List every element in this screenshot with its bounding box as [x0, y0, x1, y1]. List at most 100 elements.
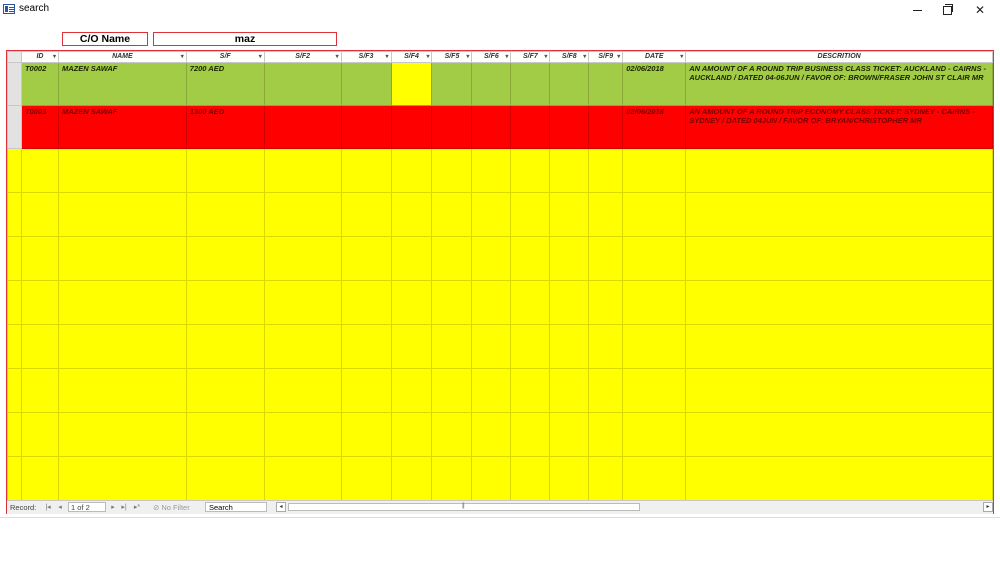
cell-sf4[interactable]	[390, 62, 433, 106]
cell-desc[interactable]: AN AMOUNT OF A ROUND TRIP ECONOMY CLASS …	[685, 105, 993, 149]
cell-value	[512, 107, 549, 109]
column-header-sf5[interactable]: S/F5 ▾	[431, 51, 473, 63]
table-row[interactable]: T0002 MAZEN SAWAF 7200 AED 02/06/2018 AN AMO…	[7, 62, 993, 106]
column-header-sf3[interactable]: S/F3 ▾	[340, 51, 392, 63]
column-header-id[interactable]: ID ▾	[20, 51, 59, 63]
column-header-sf9[interactable]: S/F9 ▾	[588, 51, 624, 63]
datasheet-grid: ID ▾ NAME ▾ S/F ▾ S/F2 ▾ S/F3 ▾ S/F4 ▾ S/F5 ▾ S/F6 ▾ S/F…	[6, 50, 994, 514]
restore-button[interactable]	[932, 0, 962, 20]
select-all-corner[interactable]	[7, 51, 22, 63]
chevron-down-icon[interactable]: ▾	[259, 53, 262, 62]
blank-cell	[263, 368, 342, 413]
no-filter-label: No Filter	[161, 503, 190, 512]
record-selector[interactable]	[7, 105, 22, 149]
record-selector	[7, 236, 22, 281]
first-record-button[interactable]: |◂	[43, 502, 53, 513]
column-header-date[interactable]: DATE ▾	[622, 51, 687, 63]
blank-cell	[549, 192, 590, 237]
chevron-down-icon[interactable]: ▾	[181, 53, 184, 62]
chevron-down-icon[interactable]: ▾	[53, 53, 56, 62]
cell-date[interactable]: 02/06/2018	[622, 62, 687, 106]
cell-sf2[interactable]	[263, 105, 342, 149]
cell-sf9[interactable]	[588, 105, 624, 149]
blank-cell	[685, 148, 993, 193]
cell-sf7[interactable]	[510, 105, 551, 149]
record-selector[interactable]	[7, 62, 22, 106]
blank-cell	[549, 236, 590, 281]
table-row[interactable]: T0003 MAZEN SAWAF 1300 AED 02/06/2018 AN AMO…	[7, 105, 993, 149]
cell-desc[interactable]: AN AMOUNT OF A ROUND TRIP BUSINESS CLASS…	[685, 62, 993, 106]
column-header-sf7[interactable]: S/F7 ▾	[510, 51, 551, 63]
chevron-down-icon[interactable]: ▾	[544, 53, 547, 62]
next-record-button[interactable]: ▸	[108, 502, 118, 513]
chevron-down-icon[interactable]: ▾	[680, 53, 683, 62]
blank-row	[7, 368, 993, 413]
co-name-label: C/O Name	[62, 32, 148, 46]
chevron-down-icon[interactable]: ▾	[426, 53, 429, 62]
column-header-row: ID ▾ NAME ▾ S/F ▾ S/F2 ▾ S/F3 ▾ S/F4 ▾ S/F5 ▾ S/F6 ▾ S/F…	[7, 51, 993, 63]
column-header-sf2[interactable]: S/F2 ▾	[263, 51, 342, 63]
cell-sf8[interactable]	[549, 62, 590, 106]
chevron-down-icon[interactable]: ▾	[386, 53, 389, 62]
cell-date[interactable]: 02/06/2018	[622, 105, 687, 149]
cell-value	[392, 107, 431, 109]
close-button[interactable]: ✕	[965, 0, 995, 20]
scroll-right-icon[interactable]: ▸	[983, 502, 993, 512]
last-record-button[interactable]: ▸|	[119, 502, 129, 513]
no-filter-indicator[interactable]: ⊘ No Filter	[153, 502, 190, 513]
scroll-thumb[interactable]	[288, 503, 640, 511]
blank-cell	[57, 192, 187, 237]
horizontal-scrollbar[interactable]: ◂ ||| ▸	[276, 502, 993, 513]
blank-cell	[390, 324, 433, 369]
current-record-input[interactable]: 1 of 2	[68, 502, 106, 512]
chevron-down-icon[interactable]: ▾	[466, 53, 469, 62]
cell-sf6[interactable]	[471, 105, 512, 149]
column-header-sf8[interactable]: S/F8 ▾	[549, 51, 590, 63]
cell-sf5[interactable]	[431, 105, 473, 149]
minimize-button[interactable]	[902, 0, 932, 20]
blank-cell	[471, 324, 512, 369]
search-input[interactable]: Search	[205, 502, 267, 512]
column-header-label: S/F6	[484, 53, 499, 60]
column-header-sf4[interactable]: S/F4 ▾	[390, 51, 433, 63]
cell-id[interactable]: T0003	[20, 105, 59, 149]
column-header-desc[interactable]: DESCRITION	[685, 51, 993, 63]
blank-row	[7, 456, 993, 501]
cell-id[interactable]: T0002	[20, 62, 59, 106]
cell-value: 7200 AED	[189, 64, 225, 73]
chevron-down-icon[interactable]: ▾	[583, 53, 586, 62]
cell-sf7[interactable]	[510, 62, 551, 106]
cell-sf3[interactable]	[340, 105, 392, 149]
cell-sf4[interactable]	[390, 105, 433, 149]
chevron-down-icon[interactable]: ▾	[617, 53, 620, 62]
cell-value: AN AMOUNT OF A ROUND TRIP ECONOMY CLASS …	[689, 107, 975, 125]
scroll-left-icon[interactable]: ◂	[276, 502, 286, 512]
co-name-input[interactable]	[153, 32, 337, 46]
blank-cell	[20, 456, 59, 501]
cell-sf3[interactable]	[340, 62, 392, 106]
cell-sf[interactable]: 1300 AED	[185, 105, 265, 149]
cell-sf9[interactable]	[588, 62, 624, 106]
column-header-sf[interactable]: S/F ▾	[185, 51, 265, 63]
blank-cell	[390, 280, 433, 325]
cell-value: MAZEN SAWAF	[61, 64, 118, 73]
column-header-label: DATE	[644, 53, 664, 60]
cell-name[interactable]: MAZEN SAWAF	[57, 105, 187, 149]
new-record-button[interactable]: ▸*	[132, 502, 142, 513]
blank-row	[7, 280, 993, 325]
chevron-down-icon[interactable]: ▾	[336, 53, 339, 62]
cell-sf5[interactable]	[431, 62, 473, 106]
column-header-sf6[interactable]: S/F6 ▾	[471, 51, 512, 63]
cell-name[interactable]: MAZEN SAWAF	[57, 62, 187, 106]
cell-sf[interactable]: 7200 AED	[185, 62, 265, 106]
previous-record-button[interactable]: ◂	[55, 502, 65, 513]
blank-cell	[685, 456, 993, 501]
minimize-icon	[912, 9, 922, 11]
blank-cell	[471, 456, 512, 501]
blank-cell	[185, 324, 265, 369]
column-header-name[interactable]: NAME ▾	[57, 51, 187, 63]
cell-sf2[interactable]	[263, 62, 342, 106]
chevron-down-icon[interactable]: ▾	[505, 53, 508, 62]
cell-sf8[interactable]	[549, 105, 590, 149]
cell-sf6[interactable]	[471, 62, 512, 106]
